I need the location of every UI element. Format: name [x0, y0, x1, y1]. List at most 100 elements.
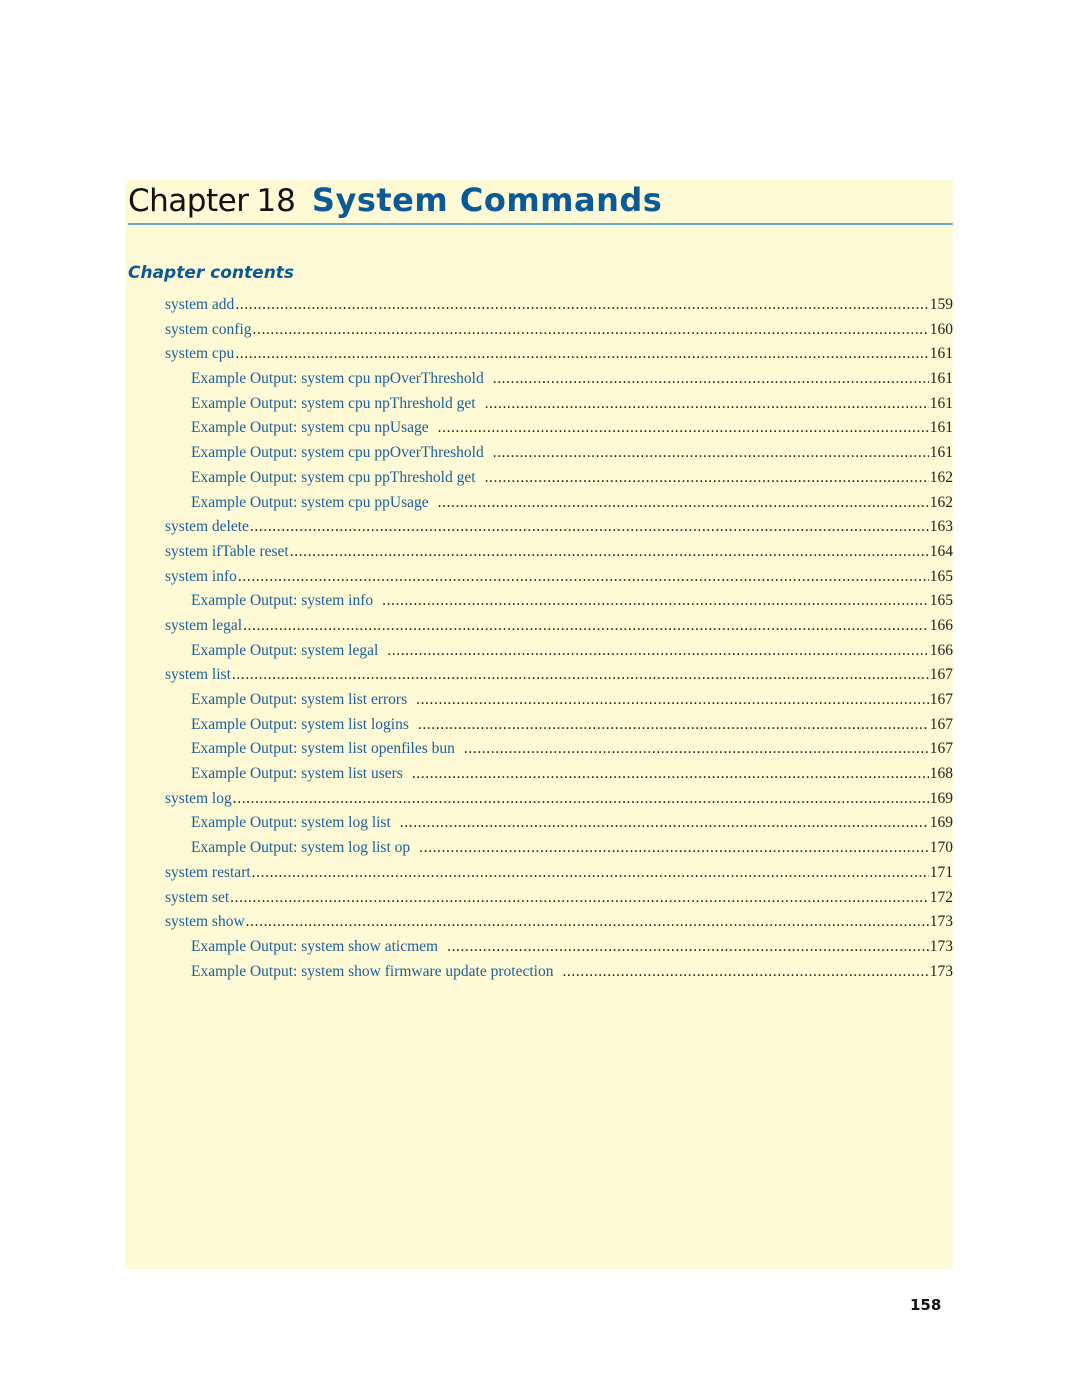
dot-leader [235, 342, 928, 367]
toc-entry-title[interactable]: Example Output: system legal [191, 639, 386, 664]
toc-entry-title[interactable]: Example Output: system cpu npUsage [191, 416, 437, 441]
toc-entry-title[interactable]: system config [165, 318, 252, 343]
toc-entry-page[interactable]: 164 [930, 540, 953, 565]
toc-entry[interactable]: system legal 166 [165, 614, 953, 639]
toc-entry-page[interactable]: 162 [930, 491, 953, 516]
toc-entry-page[interactable]: 165 [930, 565, 953, 590]
chapter-number: 18 [256, 183, 296, 219]
toc-entry-title[interactable]: Example Output: system list users [191, 762, 411, 787]
toc-entry-page[interactable]: 163 [930, 515, 953, 540]
toc-entry[interactable]: system show 173 [165, 910, 953, 935]
toc-entry[interactable]: system restart 171 [165, 861, 953, 886]
toc-entry-page[interactable]: 165 [930, 589, 953, 614]
dot-leader [246, 910, 929, 935]
toc-entry-title[interactable]: Example Output: system cpu npThreshold g… [191, 392, 484, 417]
chapter-title: System Commands [311, 181, 663, 219]
dot-leader [493, 441, 929, 466]
toc-entry-page[interactable]: 172 [930, 886, 953, 911]
toc-entry-title[interactable]: Example Output: system cpu npOverThresho… [191, 367, 492, 392]
toc-entry-page[interactable]: 167 [930, 713, 953, 738]
toc-entry[interactable]: system cpu 161 [165, 342, 953, 367]
toc-entry[interactable]: Example Output: system cpu ppUsage 162 [165, 491, 953, 516]
toc-entry[interactable]: Example Output: system list openfiles bu… [165, 737, 953, 762]
dot-leader [438, 491, 929, 516]
toc-entry-title[interactable]: system log [165, 787, 232, 812]
toc-entry-page[interactable]: 168 [930, 762, 953, 787]
toc-entry-page[interactable]: 169 [930, 811, 953, 836]
toc-entry-title[interactable]: system ifTable reset [165, 540, 289, 565]
page-number: 158 [910, 1296, 942, 1314]
toc-entry-page[interactable]: 167 [930, 663, 953, 688]
toc-entry[interactable]: Example Output: system cpu ppThreshold g… [165, 466, 953, 491]
toc-entry-page[interactable]: 161 [930, 416, 953, 441]
toc-entry[interactable]: system log 169 [165, 787, 953, 812]
toc-entry-page[interactable]: 173 [930, 910, 953, 935]
toc-entry[interactable]: Example Output: system log list 169 [165, 811, 953, 836]
toc-entry-title[interactable]: system set [165, 886, 229, 911]
toc-entry[interactable]: Example Output: system show firmware upd… [165, 960, 953, 985]
toc-entry-page[interactable]: 173 [930, 960, 953, 985]
dot-leader [382, 589, 929, 614]
toc-entry-title[interactable]: system list [165, 663, 231, 688]
toc-entry-page[interactable]: 161 [930, 392, 953, 417]
toc-entry[interactable]: Example Output: system legal 166 [165, 639, 953, 664]
toc-entry[interactable]: system add 159 [165, 293, 953, 318]
toc-entry-title[interactable]: Example Output: system info [191, 589, 381, 614]
toc-entry-page[interactable]: 166 [930, 614, 953, 639]
toc-entry-title[interactable]: Example Output: system show aticmem [191, 935, 446, 960]
toc-entry-page[interactable]: 161 [930, 342, 953, 367]
toc-entry-title[interactable]: system delete [165, 515, 249, 540]
toc-entry[interactable]: Example Output: system list errors 167 [165, 688, 953, 713]
toc-entry[interactable]: Example Output: system list users 168 [165, 762, 953, 787]
toc-entry-page[interactable]: 161 [930, 441, 953, 466]
toc-entry-page[interactable]: 166 [930, 639, 953, 664]
toc-entry-title[interactable]: Example Output: system list logins [191, 713, 417, 738]
toc-entry-page[interactable]: 173 [930, 935, 953, 960]
toc-entry-page[interactable]: 170 [930, 836, 953, 861]
toc-entry-title[interactable]: system info [165, 565, 237, 590]
toc-entry[interactable]: Example Output: system list logins 167 [165, 713, 953, 738]
toc-entry[interactable]: system delete 163 [165, 515, 953, 540]
toc-entry-title[interactable]: Example Output: system list openfiles bu… [191, 737, 463, 762]
toc-entry-page[interactable]: 162 [930, 466, 953, 491]
toc-entry[interactable]: Example Output: system info 165 [165, 589, 953, 614]
toc-entry-title[interactable]: Example Output: system list errors [191, 688, 415, 713]
toc-entry-title[interactable]: system cpu [165, 342, 234, 367]
toc-entry-title[interactable]: system restart [165, 861, 251, 886]
toc-entry[interactable]: Example Output: system log list op 170 [165, 836, 953, 861]
toc-entry-title[interactable]: Example Output: system cpu ppUsage [191, 491, 437, 516]
contents-heading: Chapter contents [128, 263, 295, 283]
toc-entry[interactable]: Example Output: system cpu npOverThresho… [165, 367, 953, 392]
toc-entry[interactable]: Example Output: system cpu npThreshold g… [165, 392, 953, 417]
toc-entry-page[interactable]: 161 [930, 367, 953, 392]
dot-leader [464, 737, 929, 762]
table-of-contents: system add 159 system config 160 system cpu 1… [165, 293, 953, 984]
toc-entry-page[interactable]: 171 [930, 861, 953, 886]
toc-entry[interactable]: system list 167 [165, 663, 953, 688]
toc-entry-title[interactable]: Example Output: system cpu ppThreshold g… [191, 466, 484, 491]
toc-entry-title[interactable]: Example Output: system log list op [191, 836, 418, 861]
chapter-label: Chapter [128, 183, 249, 219]
toc-entry[interactable]: system set 172 [165, 886, 953, 911]
toc-entry-title[interactable]: Example Output: system cpu ppOverThresho… [191, 441, 492, 466]
toc-entry-page[interactable]: 169 [930, 787, 953, 812]
toc-entry-title[interactable]: system add [165, 293, 234, 318]
toc-entry-page[interactable]: 167 [930, 688, 953, 713]
toc-entry[interactable]: system info 165 [165, 565, 953, 590]
toc-entry-title[interactable]: system legal [165, 614, 242, 639]
toc-entry-title[interactable]: Example Output: system show firmware upd… [191, 960, 561, 985]
toc-entry[interactable]: system ifTable reset 164 [165, 540, 953, 565]
toc-entry[interactable]: Example Output: system cpu ppOverThresho… [165, 441, 953, 466]
toc-entry[interactable]: system config 160 [165, 318, 953, 343]
toc-entry[interactable]: Example Output: system show aticmem 173 [165, 935, 953, 960]
dot-leader [235, 293, 928, 318]
toc-entry-title[interactable]: Example Output: system log list [191, 811, 399, 836]
dot-leader [252, 861, 929, 886]
toc-entry-title[interactable]: system show [165, 910, 245, 935]
toc-entry-page[interactable]: 159 [930, 293, 953, 318]
toc-entry-page[interactable]: 167 [930, 737, 953, 762]
dot-leader [233, 787, 929, 812]
dot-leader [400, 811, 929, 836]
toc-entry[interactable]: Example Output: system cpu npUsage 161 [165, 416, 953, 441]
toc-entry-page[interactable]: 160 [930, 318, 953, 343]
